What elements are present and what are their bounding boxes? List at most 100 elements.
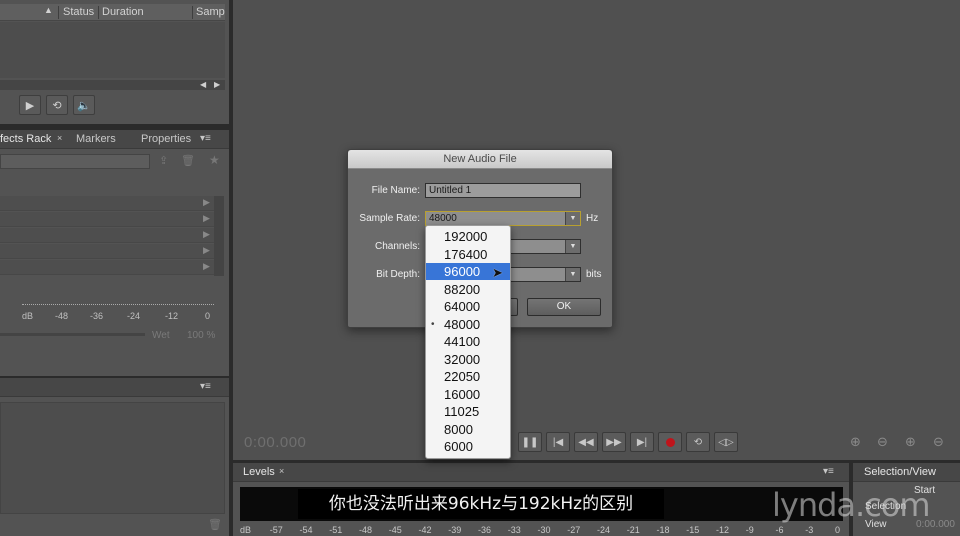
levels-scale-label: -27	[567, 525, 581, 535]
ruler-label: -24	[127, 311, 141, 321]
levels-scale-label: -36	[478, 525, 492, 535]
record-button[interactable]	[658, 432, 682, 452]
dropdown-option[interactable]: 11025	[426, 403, 510, 420]
go-to-end-icon: ▶|	[636, 436, 648, 448]
rack-slot[interactable]: ▶	[0, 228, 224, 243]
zoom-out-amplitude-icon[interactable]: ⊖	[877, 434, 888, 450]
history-list[interactable]	[0, 402, 225, 514]
auto-play-button[interactable]: 🔈	[73, 95, 95, 115]
rack-slot[interactable]: ▶	[0, 244, 224, 259]
file-name-label: File Name:	[371, 185, 420, 196]
rack-slot[interactable]: ▶	[0, 260, 224, 275]
file-name-input[interactable]: Untitled 1	[425, 183, 581, 198]
zoom-in-time-icon[interactable]: ⊕	[905, 434, 916, 450]
levels-scale-label: -54	[299, 525, 313, 535]
history-tabbar: ▾≡	[0, 378, 229, 397]
video-subtitle: 你也没法听出来96kHz与192kHz的区别	[298, 489, 664, 519]
favorite-star-icon[interactable]: ★	[209, 153, 220, 167]
ruler-label: dB	[22, 311, 34, 321]
dropdown-option[interactable]: 6000	[426, 438, 510, 455]
time-display[interactable]: 0:00.000	[244, 434, 306, 451]
loop-preview-button[interactable]: ⟲	[46, 95, 68, 115]
go-to-start-button[interactable]: |◀	[546, 432, 570, 452]
levels-scale-label: -45	[388, 525, 402, 535]
slot-arrow-icon[interactable]: ▶	[203, 229, 210, 240]
go-to-end-button[interactable]: ▶|	[630, 432, 654, 452]
close-icon[interactable]: ×	[279, 466, 284, 476]
column-duration[interactable]: Duration	[102, 6, 144, 18]
play-icon: ▶	[25, 99, 35, 112]
dropdown-option[interactable]: 176400	[426, 246, 510, 263]
play-preview-button[interactable]: ▶	[19, 95, 41, 115]
tab-effects-rack[interactable]: fects Rack	[0, 133, 51, 145]
column-sample-rate[interactable]: Samp	[196, 6, 225, 18]
dropdown-option[interactable]: 88200	[426, 281, 510, 298]
dropdown-option-label: 48000	[444, 316, 481, 332]
levels-scale-label: -18	[656, 525, 670, 535]
sort-arrow-icon[interactable]: ▲	[44, 5, 53, 15]
slot-arrow-icon[interactable]: ▶	[203, 245, 210, 256]
levels-scale-label: -33	[507, 525, 521, 535]
levels-scale-label: -6	[775, 525, 784, 535]
zoom-in-amplitude-icon[interactable]: ⊕	[850, 434, 861, 450]
rack-slot[interactable]: ▶	[0, 196, 224, 211]
delete-preset-icon[interactable]: 🗑	[181, 154, 195, 167]
scroll-left-icon[interactable]: ◀	[200, 80, 206, 89]
levels-tabbar: Levels × ▾≡	[233, 463, 849, 482]
panel-menu-icon[interactable]: ▾≡	[200, 381, 211, 392]
levels-scale-label: -24	[597, 525, 611, 535]
dropdown-option[interactable]: • 48000	[426, 316, 510, 333]
skip-button[interactable]: ◁▷	[714, 432, 738, 452]
ok-button[interactable]: OK	[527, 298, 601, 316]
dropdown-option[interactable]: 22050	[426, 368, 510, 385]
dropdown-option[interactable]: 64000	[426, 298, 510, 315]
go-to-start-icon: |◀	[552, 436, 564, 448]
dropdown-option[interactable]: 32000	[426, 351, 510, 368]
slot-arrow-icon[interactable]: ▶	[203, 261, 210, 272]
tab-selection-view[interactable]: Selection/View	[864, 466, 936, 478]
mouse-cursor-icon: ➤	[492, 265, 503, 280]
levels-scale-label: dB	[240, 525, 252, 535]
panel-menu-icon[interactable]: ▾≡	[200, 133, 211, 144]
tab-markers[interactable]: Markers	[76, 133, 116, 145]
dropdown-option[interactable]: 192000	[426, 228, 510, 245]
rewind-button[interactable]: ◀◀	[574, 432, 598, 452]
slot-arrow-icon[interactable]: ▶	[203, 213, 210, 224]
zoom-out-time-icon[interactable]: ⊖	[933, 434, 944, 450]
dialog-title[interactable]: New Audio File	[348, 150, 612, 169]
save-preset-icon[interactable]: ⇪	[159, 154, 168, 167]
rack-scrollbar[interactable]	[214, 196, 224, 276]
close-icon[interactable]: ×	[57, 133, 62, 143]
preset-select[interactable]	[0, 154, 150, 169]
tab-levels[interactable]: Levels	[243, 466, 275, 478]
levels-scale-label: -39	[448, 525, 462, 535]
files-list[interactable]	[0, 22, 225, 78]
levels-scale-label: -48	[359, 525, 373, 535]
lynda-watermark: lynda.com	[772, 486, 931, 524]
column-status[interactable]: Status	[63, 6, 94, 18]
tab-properties[interactable]: Properties	[141, 133, 191, 145]
sample-rate-select[interactable]: 48000 ▼	[425, 211, 581, 226]
dropdown-option[interactable]: 16000	[426, 386, 510, 403]
files-horizontal-scrollbar[interactable]: ◀ ▶	[0, 80, 225, 90]
fast-forward-button[interactable]: ▶▶	[602, 432, 626, 452]
levels-scale-label: -9	[745, 525, 754, 535]
dropdown-option[interactable]: 8000	[426, 421, 510, 438]
panel-menu-icon[interactable]: ▾≡	[823, 466, 834, 477]
history-panel: ▾≡ 🗑	[0, 378, 229, 536]
bit-depth-unit: bits	[586, 269, 602, 280]
loop-icon: ⟲	[52, 99, 62, 112]
trash-icon[interactable]: 🗑	[208, 518, 222, 531]
scroll-right-icon[interactable]: ▶	[214, 80, 220, 89]
ruler-label: -48	[55, 311, 69, 321]
wet-slider[interactable]	[0, 333, 145, 336]
pause-button[interactable]: ❚❚	[518, 432, 542, 452]
effects-tabbar: fects Rack × Markers Properties ▾≡	[0, 130, 229, 149]
slot-arrow-icon[interactable]: ▶	[203, 197, 210, 208]
chevron-down-icon: ▼	[565, 212, 580, 225]
rack-slot[interactable]: ▶	[0, 212, 224, 227]
dropdown-option[interactable]: 44100	[426, 333, 510, 350]
loop-button[interactable]: ⟲	[686, 432, 710, 452]
sample-rate-dropdown: 192000 176400 96000 88200 64000 • 48000 44100 32…	[425, 225, 511, 459]
wet-value[interactable]: 100 %	[187, 330, 215, 341]
